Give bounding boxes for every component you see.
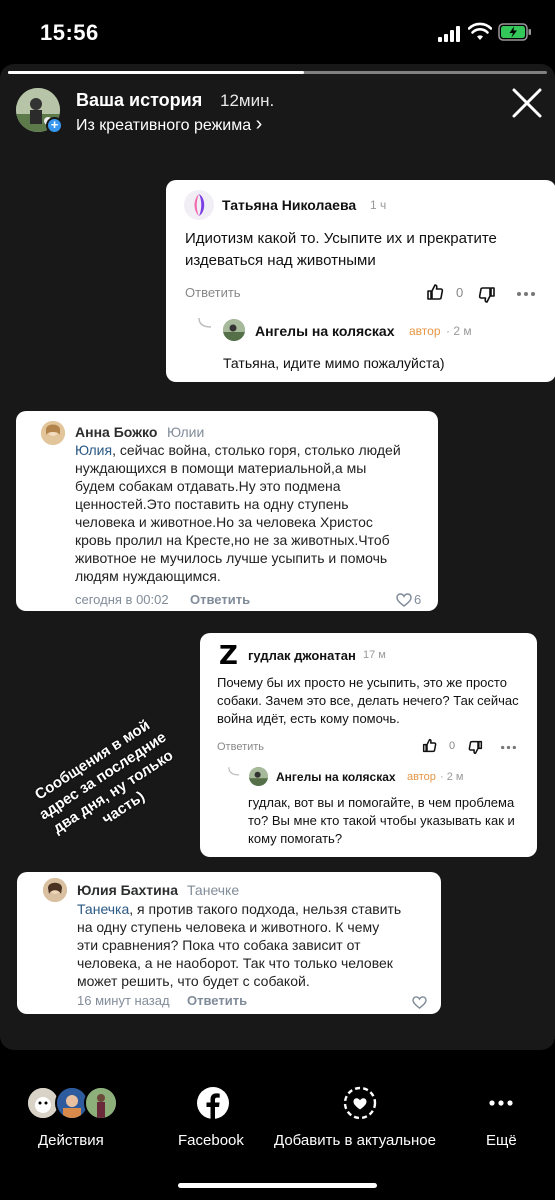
- thumbs-down-icon: [468, 740, 483, 755]
- story-frame[interactable]: + Ваша история 12мин. Из креативного реж…: [0, 64, 555, 1050]
- actions-button[interactable]: Действия: [22, 1082, 126, 1172]
- comment-text-line: ценностей.Это поставить на одну ступень: [75, 496, 349, 512]
- comment-author: Татьяна Николаева: [222, 197, 357, 213]
- heart-icon: [396, 593, 412, 607]
- highlight-heart-icon: [343, 1086, 377, 1120]
- story-subtitle-text: Из креативного режима: [76, 117, 252, 134]
- author-avatar-letter: Z: [219, 641, 238, 671]
- story-subtitle[interactable]: Из креативного режима ›: [76, 113, 262, 136]
- thumbs-down-icon: [478, 287, 495, 303]
- reply-to: Танечке: [187, 882, 240, 898]
- chevron-right-icon: ›: [255, 113, 263, 135]
- story-actions-bar: Действия Facebook Добавить в актуальное …: [0, 1060, 555, 1200]
- comment-screenshot-1: Татьяна Николаева 1 ч Идиотизм какой то.…: [166, 180, 555, 382]
- home-indicator: [178, 1183, 377, 1188]
- reply-text-line: то? Вы мне кто такой чтобы указывать как…: [248, 813, 515, 828]
- comment-text-line: Юлия, сейчас война, столько горя, стольк…: [75, 442, 401, 458]
- more-icon: [517, 292, 535, 296]
- thumbs-up-icon: [427, 284, 444, 300]
- viewer-avatar: [84, 1086, 118, 1120]
- story-time: 12мин.: [220, 91, 275, 110]
- author-avatar: [184, 190, 214, 220]
- reply-button: Ответить: [185, 285, 241, 300]
- comment-time: сегодня в 00:02: [75, 592, 169, 607]
- author-badge: автор: [407, 771, 436, 783]
- comment-text-line: издеваться над животными: [185, 252, 376, 269]
- comment-author: Юлия Бахтина: [77, 882, 178, 898]
- reply-button: Ответить: [187, 993, 248, 1008]
- mention-link: Юлия: [75, 442, 113, 458]
- comment-text-line: людям нуждающимся.: [75, 568, 221, 584]
- comment-time: 17 м: [363, 649, 386, 661]
- comment-text-line: Танечка, я против такого подхода, нельзя…: [77, 901, 402, 917]
- add-story-badge[interactable]: +: [46, 117, 63, 134]
- comment-text-line: человека и животное.Но за человека Христ…: [75, 514, 373, 530]
- author-avatar: [41, 421, 65, 445]
- comment-text-line: кровь пролил на Кресте,но не за животных…: [75, 532, 390, 548]
- reply-time: · 2 м: [446, 324, 472, 338]
- thumbs-up-icon: [422, 738, 437, 753]
- comment-text-line: человека, а не наоборот. Так что только …: [77, 955, 393, 971]
- author-avatar: [43, 878, 67, 902]
- comment-text-line: война идёт, есть кому помочь.: [217, 711, 400, 726]
- reply-text-line: кому помогать?: [248, 831, 343, 846]
- comment-screenshot-3: Z гудлак джонатан 17 м Почему бы их прос…: [200, 633, 537, 857]
- more-label: Ещё: [486, 1132, 517, 1149]
- wifi-icon: [468, 22, 492, 40]
- comment-screenshot-2: Анна Божко Юлии Юлия, сейчас война, стол…: [16, 411, 438, 611]
- reply-button: Ответить: [217, 741, 265, 753]
- more-icon: [489, 1100, 513, 1106]
- highlight-label: Добавить в актуальное: [274, 1132, 436, 1149]
- story-progress-bar: [8, 71, 547, 74]
- comment-text-line: Идиотизм какой то. Усыпите их и прекрати…: [185, 230, 497, 247]
- facebook-icon: [197, 1087, 229, 1119]
- heart-icon: [412, 996, 427, 1009]
- comment-author: гудлак джонатан: [248, 648, 356, 663]
- comment-text-line: Почему бы их просто не усыпить, это же п…: [217, 675, 507, 690]
- comment-text-line: на одну ступень человека и животного. К …: [77, 919, 380, 935]
- facebook-label: Facebook: [178, 1132, 244, 1149]
- like-count: 0: [449, 740, 456, 752]
- comment-time: 1 ч: [370, 198, 387, 212]
- actions-label: Действия: [38, 1132, 104, 1149]
- story-caption: Сообщения в мой адрес за последние два д…: [31, 716, 177, 838]
- author-avatar: [249, 767, 268, 786]
- story-progress-fill: [8, 71, 305, 74]
- more-icon: [501, 745, 516, 750]
- comment-text-line: эти сравнения? Пока что собака зависит о…: [77, 937, 361, 953]
- comment-text-line: может решить, что будет с собакой.: [77, 973, 310, 989]
- comment-time: 16 минут назад: [77, 993, 170, 1008]
- reply-author: Ангелы на колясках: [255, 323, 395, 339]
- reply-author: Ангелы на колясках: [276, 770, 396, 784]
- status-bar: 15:56: [0, 0, 555, 64]
- more-button[interactable]: Ещё: [482, 1082, 522, 1172]
- mention-link: Танечка: [77, 901, 130, 917]
- comment-screenshot-4: Юлия Бахтина Танечке Танечка, я против т…: [17, 872, 441, 1014]
- reply-time: · 2 м: [440, 771, 464, 783]
- reply-thread-icon: [198, 318, 212, 328]
- signal-icon: [438, 26, 462, 42]
- status-time: 15:56: [40, 20, 99, 45]
- add-highlight-button[interactable]: Добавить в актуальное: [272, 1082, 452, 1172]
- reply-thread-icon: [228, 767, 240, 776]
- like-count: 0: [456, 285, 464, 300]
- reply-button: Ответить: [190, 592, 251, 607]
- comment-text-line: животное не мучилось лучше усыпить и пом…: [75, 550, 388, 566]
- reply-text: Татьяна, идите мимо пожалуйста): [223, 355, 445, 371]
- facebook-share-button[interactable]: Facebook: [176, 1082, 252, 1172]
- story-title[interactable]: Ваша история: [76, 90, 202, 111]
- close-icon[interactable]: [510, 86, 544, 120]
- reply-text-line: гудлак, вот вы и помогайте, в чем пробле…: [248, 795, 515, 810]
- author-badge: автор: [409, 324, 441, 338]
- comment-text-line: собаки. Зачем это все, делать нечего? Та…: [217, 693, 519, 708]
- reply-to: Юлии: [167, 424, 205, 440]
- comment-text-line: нуждающихся в помощи материальной,а мы: [75, 460, 367, 476]
- author-avatar: [223, 319, 245, 341]
- story-header: + Ваша история 12мин. Из креативного реж…: [16, 86, 546, 136]
- comment-text-line: будем собакам отдавать.Ну это подмена: [75, 478, 341, 494]
- battery-icon: [498, 23, 531, 41]
- comment-author: Анна Божко: [75, 424, 158, 440]
- like-count: 6: [414, 592, 422, 607]
